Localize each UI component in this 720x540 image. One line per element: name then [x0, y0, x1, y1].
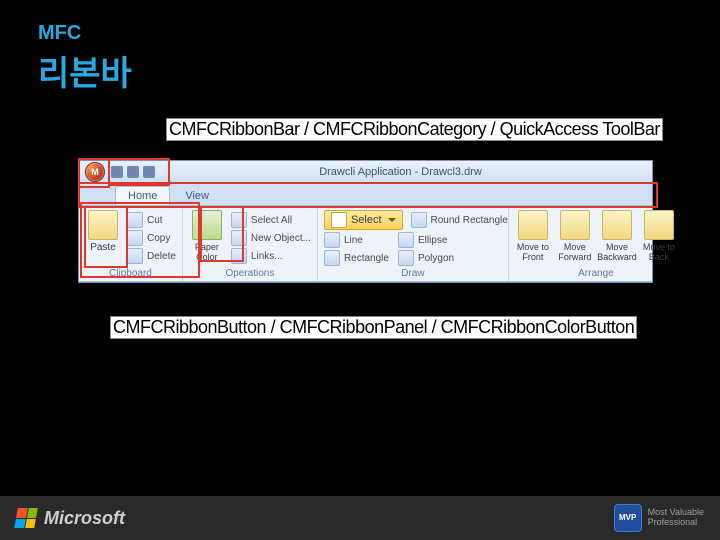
mvp-line2: Professional [648, 518, 704, 528]
move-front-icon [518, 210, 548, 240]
cut-label: Cut [147, 215, 163, 226]
cut-button[interactable]: Cut [127, 212, 176, 228]
delete-button[interactable]: Delete [127, 248, 176, 264]
links-label: Links... [251, 251, 283, 262]
copy-icon [127, 230, 143, 246]
qat-icon[interactable] [127, 166, 139, 178]
ribbon-tabs: Home View [79, 184, 652, 205]
move-forward-button[interactable]: Move Forward [557, 210, 593, 266]
line-label: Line [344, 235, 363, 246]
move-back-icon [644, 210, 674, 240]
tab-view[interactable]: View [172, 186, 222, 205]
copy-label: Copy [147, 233, 170, 244]
paste-label: Paste [90, 242, 116, 253]
mvp-badge-group: MVP Most Valuable Professional [614, 504, 704, 532]
mvp-badge-icon: MVP [614, 504, 642, 532]
panel-title: Clipboard [85, 266, 176, 279]
cut-icon [127, 212, 143, 228]
move-backward-button[interactable]: Move Backward [599, 210, 635, 266]
select-tool-button[interactable]: Select [324, 210, 403, 230]
microsoft-flag-icon [14, 508, 38, 528]
paste-icon [88, 210, 118, 240]
new-object-button[interactable]: New Object... [231, 230, 311, 246]
polygon-icon [398, 250, 414, 266]
slide: MFC 리본바 CMFCRibbonBar / CMFCRibbonCatego… [0, 0, 720, 540]
callout-label-bottom: CMFCRibbonButton / CMFCRibbonPanel / CMF… [110, 316, 637, 339]
move-front-button[interactable]: Move to Front [515, 210, 551, 266]
move-backward-label: Move Backward [597, 242, 637, 262]
select-all-label: Select All [251, 215, 292, 226]
panel-arrange: Move to Front Move Forward Move Backward… [509, 206, 683, 281]
move-forward-label: Move Forward [557, 242, 593, 262]
rectangle-label: Rectangle [344, 253, 389, 264]
microsoft-logo: Microsoft [16, 508, 125, 529]
copy-button[interactable]: Copy [127, 230, 176, 246]
application-orb[interactable]: M [85, 162, 105, 182]
qat-icon[interactable] [143, 166, 155, 178]
callout-label-top: CMFCRibbonBar / CMFCRibbonCategory / Qui… [166, 118, 663, 141]
paper-color-icon [192, 210, 222, 240]
title-bar: M Drawcli Application - Drawcl3.drw [79, 161, 652, 184]
polygon-label: Polygon [418, 253, 454, 264]
move-forward-icon [560, 210, 590, 240]
round-rect-icon [411, 212, 427, 228]
links-button[interactable]: Links... [231, 248, 311, 264]
line-button[interactable]: Line [324, 232, 390, 248]
panel-title: Arrange [515, 266, 677, 279]
move-back-button[interactable]: Move to Back [641, 210, 677, 266]
polygon-button[interactable]: Polygon [398, 250, 454, 266]
new-object-label: New Object... [251, 233, 311, 244]
paste-button[interactable]: Paste [85, 210, 121, 266]
new-object-icon [231, 230, 247, 246]
delete-icon [127, 248, 143, 264]
paper-color-button[interactable]: Paper Color [189, 210, 225, 266]
qat-icon[interactable] [111, 166, 123, 178]
pointer-icon [331, 212, 347, 228]
move-front-label: Move to Front [515, 242, 551, 262]
panel-title: Draw [324, 266, 502, 279]
links-icon [231, 248, 247, 264]
line-icon [324, 232, 340, 248]
move-backward-icon [602, 210, 632, 240]
select-all-button[interactable]: Select All [231, 212, 311, 228]
round-rect-label: Round Rectangle [431, 215, 508, 226]
select-all-icon [231, 212, 247, 228]
ribbon-app-window: M Drawcli Application - Drawcl3.drw Home… [78, 160, 653, 283]
ellipse-icon [398, 232, 414, 248]
ellipse-label: Ellipse [418, 235, 447, 246]
footer: Microsoft MVP Most Valuable Professional [0, 496, 720, 540]
panel-operations: Paper Color Select All New Object... Lin… [183, 206, 318, 281]
panel-title: Operations [189, 266, 311, 279]
chevron-down-icon [388, 218, 396, 222]
paper-color-label: Paper Color [189, 242, 225, 262]
delete-label: Delete [147, 251, 176, 262]
window-title: Drawcli Application - Drawcl3.drw [155, 166, 646, 178]
rectangle-icon [324, 250, 340, 266]
microsoft-brand-text: Microsoft [44, 508, 125, 529]
ellipse-button[interactable]: Ellipse [398, 232, 447, 248]
tab-home[interactable]: Home [115, 186, 170, 205]
round-rect-button[interactable]: Round Rectangle [411, 210, 508, 230]
quick-access-toolbar[interactable] [111, 166, 155, 178]
ribbon-body: Paste Cut Copy Delete Clipboard Paper Co… [79, 205, 652, 282]
select-label: Select [351, 214, 382, 226]
header-small: MFC [38, 22, 81, 45]
panel-draw: Select Round Rectangle Line Ellipse Rect… [318, 206, 509, 281]
move-back-label: Move to Back [641, 242, 677, 262]
rectangle-button[interactable]: Rectangle [324, 250, 390, 266]
header-big: 리본바 [38, 46, 132, 95]
panel-clipboard: Paste Cut Copy Delete Clipboard [79, 206, 183, 281]
